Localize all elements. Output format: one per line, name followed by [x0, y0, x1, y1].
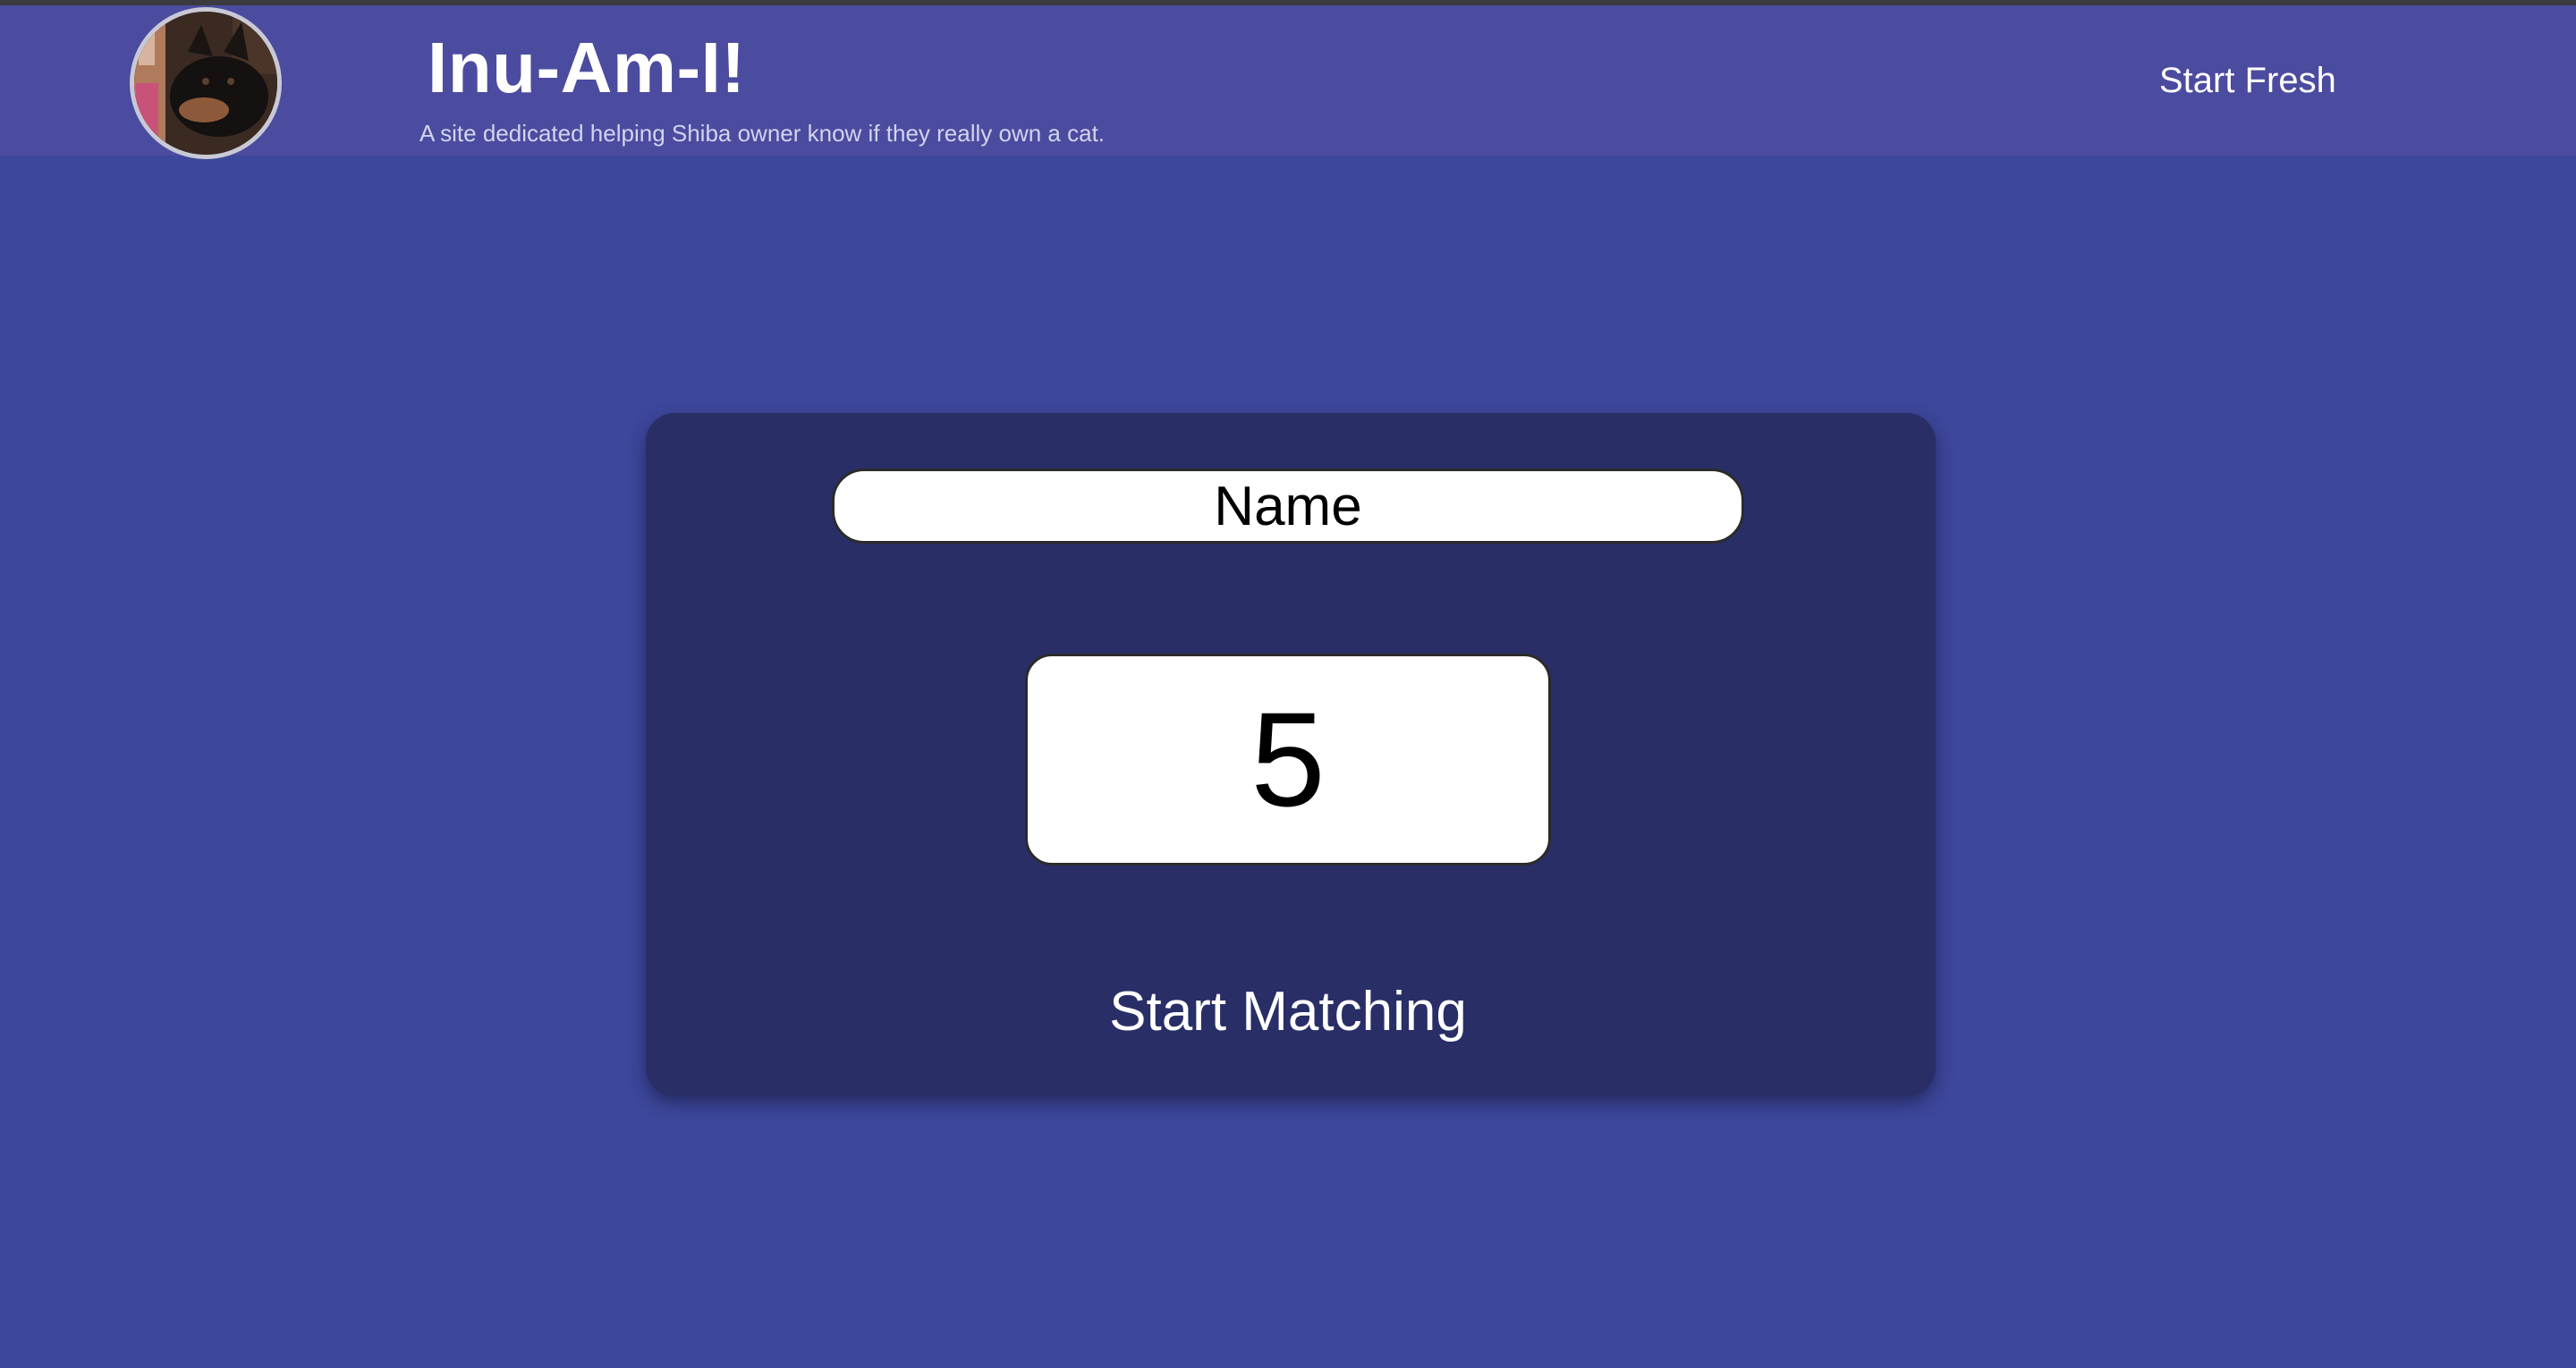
avatar — [130, 7, 282, 159]
dog-photo-icon — [134, 12, 277, 155]
start-matching-button[interactable]: Start Matching — [930, 971, 1646, 1051]
site-title: Inu-Am-I! — [428, 28, 746, 107]
start-fresh-link[interactable]: Start Fresh — [2159, 61, 2336, 101]
site-subtitle: A site dedicated helping Shiba owner kno… — [419, 120, 1106, 147]
name-input[interactable] — [832, 469, 1744, 544]
count-number-input[interactable] — [1025, 654, 1551, 866]
